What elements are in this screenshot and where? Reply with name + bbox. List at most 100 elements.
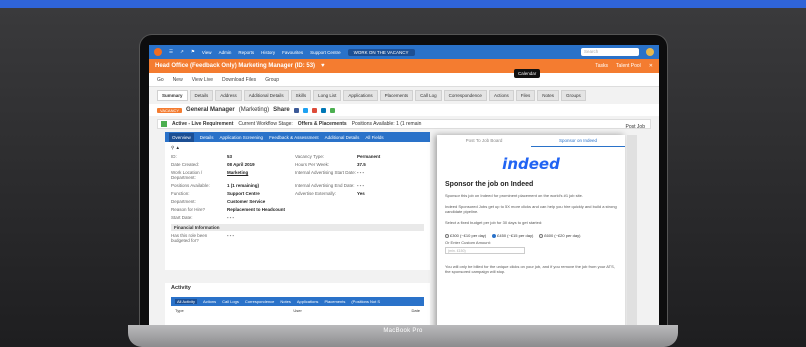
activity-tab-positions[interactable]: (Positions Not S bbox=[351, 299, 380, 304]
positions-available: Positions Available: 1 (1 remain bbox=[351, 121, 422, 127]
subtab-application-screening[interactable]: Application Screening bbox=[220, 135, 264, 140]
calendar-tooltip: Calendar bbox=[514, 69, 541, 78]
field-label: Has this role been budgeted for? bbox=[171, 233, 208, 243]
new-button[interactable]: New bbox=[173, 77, 183, 83]
tab-additional-details[interactable]: Additional Details bbox=[243, 90, 289, 101]
field-value: 1 (1 remaining) bbox=[227, 183, 260, 188]
status-indicator bbox=[161, 121, 167, 127]
tab-correspondence[interactable]: Correspondence bbox=[443, 90, 487, 101]
field-value: 53 bbox=[227, 154, 233, 159]
post-job-button[interactable]: Post Job bbox=[626, 124, 645, 130]
tab-notes[interactable]: Notes bbox=[537, 90, 559, 101]
tab-post-to-job-board[interactable]: Post To Job Board bbox=[437, 135, 531, 147]
tab-placements[interactable]: Placements bbox=[379, 90, 414, 101]
share-icon[interactable] bbox=[329, 107, 335, 113]
nav-history[interactable]: History bbox=[261, 50, 275, 55]
facebook-icon[interactable] bbox=[293, 107, 299, 113]
column-header[interactable]: Type bbox=[175, 308, 184, 313]
field-value: 37.5 bbox=[357, 162, 366, 167]
talent-pool-button[interactable]: Talent Pool bbox=[616, 63, 641, 69]
subtab-feedback[interactable]: Feedback & Assessment bbox=[269, 135, 319, 140]
company-link[interactable]: (Marketing) bbox=[239, 107, 269, 113]
status-active: Active - Live Requirement bbox=[172, 121, 234, 127]
subtab-additional-details[interactable]: Additional Details bbox=[325, 135, 360, 140]
nav-admin[interactable]: Admin bbox=[219, 50, 232, 55]
laptop-label: MacBook Pro bbox=[383, 328, 423, 334]
laptop-screen: ☰ ↗ ⚑ View Admin Reports History Favouri… bbox=[149, 45, 659, 325]
activity-table-header: Type User Date bbox=[171, 306, 424, 315]
column-header[interactable]: Date bbox=[412, 308, 420, 313]
field-value: Replacement to Headcount bbox=[227, 207, 286, 212]
tab-address[interactable]: Address bbox=[215, 90, 242, 101]
field-label: Internal Advertising Start Date: bbox=[295, 170, 357, 175]
tab-applications[interactable]: Applications bbox=[343, 90, 378, 101]
field-value: - - - bbox=[357, 183, 364, 188]
tab-details[interactable]: Details bbox=[189, 90, 214, 101]
close-icon[interactable]: ✕ bbox=[649, 63, 653, 69]
menu-icon[interactable]: ☰ bbox=[169, 49, 173, 55]
chart-icon[interactable]: ↗ bbox=[180, 49, 184, 55]
flag-icon[interactable]: ⚑ bbox=[191, 49, 195, 55]
tab-actions[interactable]: Actions bbox=[488, 90, 514, 101]
group-button[interactable]: Group bbox=[265, 77, 279, 83]
activity-tab-correspondence[interactable]: Correspondence bbox=[245, 299, 275, 304]
app-logo-icon[interactable] bbox=[154, 48, 162, 56]
nav-reports[interactable]: Reports bbox=[238, 50, 254, 55]
field-label: Advertise Externally: bbox=[295, 191, 337, 196]
top-blue-band bbox=[0, 0, 806, 8]
activity-tab-applications[interactable]: Applications bbox=[297, 299, 319, 304]
panel-text: Sponsor this job on Indeed for prominent… bbox=[445, 193, 583, 198]
tab-groups[interactable]: Groups bbox=[560, 90, 586, 101]
tab-sponsor-on-indeed[interactable]: Sponsor on Indeed bbox=[531, 135, 625, 147]
custom-amount-label: Or Enter Custom Amount: bbox=[445, 240, 491, 245]
activity-tab-actions[interactable]: Actions bbox=[203, 299, 216, 304]
job-title-row: VACANCY General Manager (Marketing) Shar… bbox=[149, 104, 659, 116]
download-files-button[interactable]: Download Files bbox=[222, 77, 256, 83]
google-plus-icon[interactable] bbox=[311, 107, 317, 113]
activity-section: Activity All Activity Actions Call Logs … bbox=[165, 283, 430, 325]
indeed-sponsor-panel: Post To Job Board Sponsor on Indeed inde… bbox=[437, 135, 625, 325]
tab-summary[interactable]: Summary bbox=[157, 90, 188, 101]
tab-call-log[interactable]: Call Log bbox=[415, 90, 442, 101]
activity-tab-all[interactable]: All Activity bbox=[175, 299, 198, 304]
financial-grid: Has this role been budgeted for? - - - bbox=[171, 233, 424, 243]
activity-tab-placements[interactable]: Placements bbox=[324, 299, 345, 304]
search-input[interactable]: Search bbox=[581, 48, 639, 56]
activity-title: Activity bbox=[171, 285, 191, 291]
detail-subtabs: Overview Details Application Screening F… bbox=[165, 132, 430, 142]
tasks-button[interactable]: Tasks bbox=[595, 63, 608, 69]
field-label: Start Date: bbox=[171, 215, 193, 220]
activity-tabs: All Activity Actions Call Logs Correspon… bbox=[171, 297, 424, 306]
column-header[interactable]: User bbox=[293, 308, 301, 313]
workflow-stage-label: Current Workflow Stage: bbox=[238, 121, 293, 127]
budget-option[interactable]: £600 (~£20 per day) bbox=[539, 233, 580, 238]
nav-view[interactable]: View bbox=[202, 50, 212, 55]
field-label: Date Created: bbox=[171, 162, 200, 167]
view-live-button[interactable]: View Live bbox=[192, 77, 213, 83]
tab-files[interactable]: Files bbox=[515, 90, 536, 101]
workflow-stage: Offers & Placements bbox=[297, 121, 347, 127]
field-value[interactable]: Marketing bbox=[227, 170, 295, 180]
pin-icon[interactable]: ⚲ ▲ bbox=[171, 145, 424, 151]
tab-long-list[interactable]: Long List bbox=[313, 90, 342, 101]
go-button[interactable]: Go bbox=[157, 77, 164, 83]
heart-icon[interactable]: ♥ bbox=[321, 63, 325, 69]
record-title: Head Office (Feedback Only) Marketing Ma… bbox=[155, 63, 316, 69]
field-label: Vacancy Type: bbox=[295, 154, 325, 159]
subtab-overview[interactable]: Overview bbox=[169, 132, 194, 142]
nav-support[interactable]: Support Centre bbox=[310, 50, 341, 55]
nav-favourites[interactable]: Favourites bbox=[282, 50, 303, 55]
activity-tab-notes[interactable]: Notes bbox=[280, 299, 290, 304]
laptop-base: MacBook Pro bbox=[128, 325, 678, 347]
custom-amount-input[interactable]: (min. £150) bbox=[445, 246, 525, 254]
work-on-vacancy-button[interactable]: WORK ON THE VACANCY bbox=[347, 48, 415, 56]
budget-option[interactable]: £450 (~£15 per day) bbox=[492, 233, 533, 238]
twitter-icon[interactable] bbox=[302, 107, 308, 113]
tab-skills[interactable]: Skills bbox=[290, 90, 312, 101]
avatar[interactable] bbox=[646, 48, 654, 56]
subtab-all-fields[interactable]: All Fields bbox=[365, 135, 383, 140]
budget-option[interactable]: £300 (~£10 per day) bbox=[445, 233, 486, 238]
linkedin-icon[interactable] bbox=[320, 107, 326, 113]
subtab-details[interactable]: Details bbox=[200, 135, 214, 140]
activity-tab-call-logs[interactable]: Call Logs bbox=[222, 299, 239, 304]
